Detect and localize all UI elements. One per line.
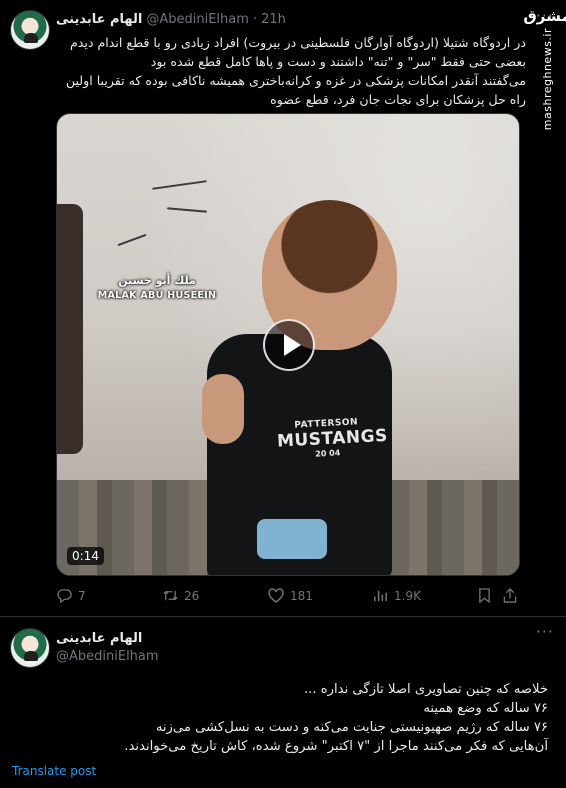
video-duration: 0:14 xyxy=(67,547,104,565)
video-caption-arabic: ملك أبو حسين xyxy=(118,274,196,287)
like-icon xyxy=(268,588,284,604)
tweet-text: خلاصه که چنین تصاویری اصلا تازگی نداره .… xyxy=(12,680,548,756)
play-icon[interactable] xyxy=(263,319,315,371)
shirt-print: PATTERSON MUSTANGS 20 04 xyxy=(276,416,389,460)
timestamp[interactable]: 21h xyxy=(261,12,286,27)
tweet-text-line: ۷۶ ساله که وضع همینه xyxy=(423,701,548,716)
tweet-header: الهام عابدینی @AbediniElham xyxy=(56,630,159,666)
display-name[interactable]: الهام عابدینی xyxy=(56,631,142,646)
video-caption: ملك أبو حسين MALAK ABU HUSEEIN xyxy=(87,274,227,301)
avatar[interactable] xyxy=(10,628,50,668)
tweet[interactable]: الهام عابدینی @AbediniElham · 21h ··· در… xyxy=(0,0,566,618)
video-frame-curtain xyxy=(57,204,83,454)
handle[interactable]: @AbediniElham xyxy=(146,12,249,27)
translate-post-link[interactable]: Translate post xyxy=(12,764,96,778)
watermark-logo: مشرق xyxy=(523,7,566,25)
reply-icon xyxy=(56,588,72,604)
video-player[interactable]: PATTERSON MUSTANGS 20 04 ملك أبو حسين MA… xyxy=(56,113,520,576)
separator: · xyxy=(252,12,258,27)
bookmark-button[interactable] xyxy=(476,588,492,604)
more-icon[interactable]: ··· xyxy=(536,622,554,641)
tweet-text-line: راه حل پزشکان برای نجات جان فرد، قطع عضو… xyxy=(270,92,526,107)
view-count: 1.9K xyxy=(394,589,421,603)
divider xyxy=(0,616,566,617)
tweet-text-line: ۷۶ ساله که رژیم صهیونیستی جنایت می‌کنه و… xyxy=(155,720,548,735)
retweet-count: 26 xyxy=(184,589,200,603)
views-icon xyxy=(372,588,388,604)
display-name[interactable]: الهام عابدینی xyxy=(56,12,142,27)
tweet-text-line: خلاصه که چنین تصاویری اصلا تازگی نداره .… xyxy=(303,682,548,697)
bookmark-icon xyxy=(476,588,492,604)
handle[interactable]: @AbediniElham xyxy=(56,648,159,666)
tweet-text: در اردوگاه شتیلا (اردوگاه آوارگان فلسطین… xyxy=(56,33,526,109)
retweet-button[interactable]: 26 xyxy=(162,588,199,604)
views-button[interactable]: 1.9K xyxy=(372,588,421,604)
tweet-text-line: بعضی حتی فقط "سر" و "تنه" داشتند و دست و… xyxy=(150,54,526,69)
share-button[interactable] xyxy=(502,588,518,604)
video-frame-child-shorts xyxy=(257,519,327,559)
avatar[interactable] xyxy=(10,10,50,50)
video-frame-child-arm xyxy=(202,374,244,444)
video-caption-english: MALAK ABU HUSEEIN xyxy=(97,290,217,301)
tweet-header: الهام عابدینی @AbediniElham · 21h xyxy=(56,12,286,27)
watermark-url: mashreghnews.ir xyxy=(540,28,554,131)
reply-count: 7 xyxy=(78,589,86,603)
reply-button[interactable]: 7 xyxy=(56,588,86,604)
tweet-actions: 7 26 181 1.9K xyxy=(56,588,520,608)
share-icon xyxy=(502,588,518,604)
tweet-text-line: می‌گفتند آنقدر امکانات پزشکی در غزه و کر… xyxy=(65,73,526,88)
tweet-text-line: در اردوگاه شتیلا (اردوگاه آوارگان فلسطین… xyxy=(69,35,526,50)
like-count: 181 xyxy=(290,589,313,603)
like-button[interactable]: 181 xyxy=(268,588,313,604)
tweet-text-line: آن‌هایی که فکر می‌کنند ماجرا از "۷ اکتبر… xyxy=(124,739,548,754)
site-watermark: مشرق mashreghnews.ir xyxy=(523,8,566,131)
retweet-icon xyxy=(162,588,178,604)
